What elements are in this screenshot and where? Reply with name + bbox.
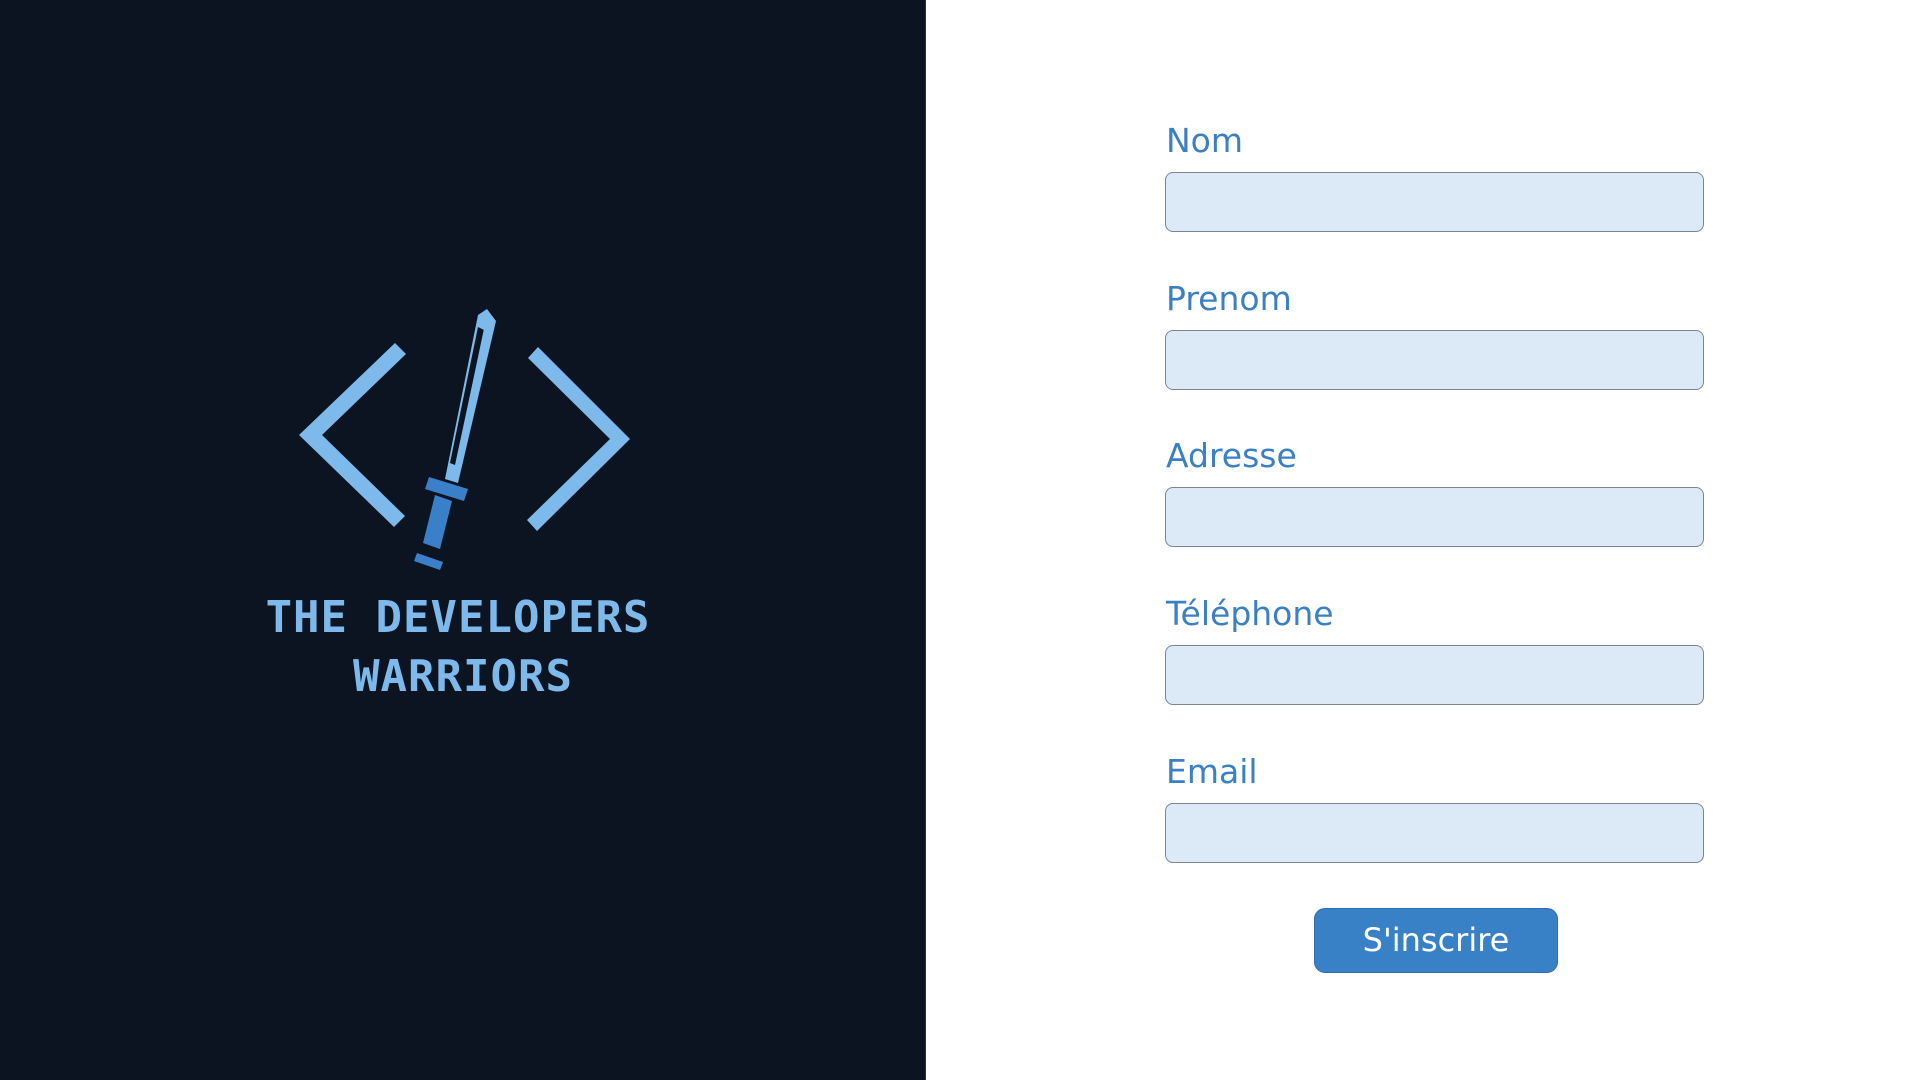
brand-name-line2: WARRIORS <box>353 651 573 702</box>
brand-panel: THE DEVELOPERS WARRIORS <box>0 0 926 1080</box>
sinscrire-button[interactable]: S'inscrire <box>1314 908 1558 973</box>
brand-name: THE DEVELOPERS WARRIORS <box>0 588 926 706</box>
nom-label: Nom <box>1166 121 1244 160</box>
right-bracket-icon <box>527 347 630 531</box>
brand-name-line1: THE DEVELOPERS <box>265 592 651 643</box>
prenom-input[interactable] <box>1165 330 1704 390</box>
nom-input[interactable] <box>1165 172 1704 232</box>
prenom-label: Prenom <box>1166 279 1292 318</box>
adresse-label: Adresse <box>1166 436 1297 475</box>
code-brackets-sword-logo <box>299 309 630 570</box>
email-input[interactable] <box>1165 803 1704 863</box>
email-label: Email <box>1166 752 1258 791</box>
telephone-label: Téléphone <box>1166 594 1334 633</box>
signup-form: Nom Prenom Adresse Téléphone Email S'ins… <box>926 0 1920 1080</box>
left-bracket-icon <box>299 343 406 527</box>
adresse-input[interactable] <box>1165 487 1704 547</box>
telephone-input[interactable] <box>1165 645 1704 705</box>
sword-icon <box>414 309 496 570</box>
signup-page: THE DEVELOPERS WARRIORS Nom Prenom Adres… <box>0 0 1920 1080</box>
